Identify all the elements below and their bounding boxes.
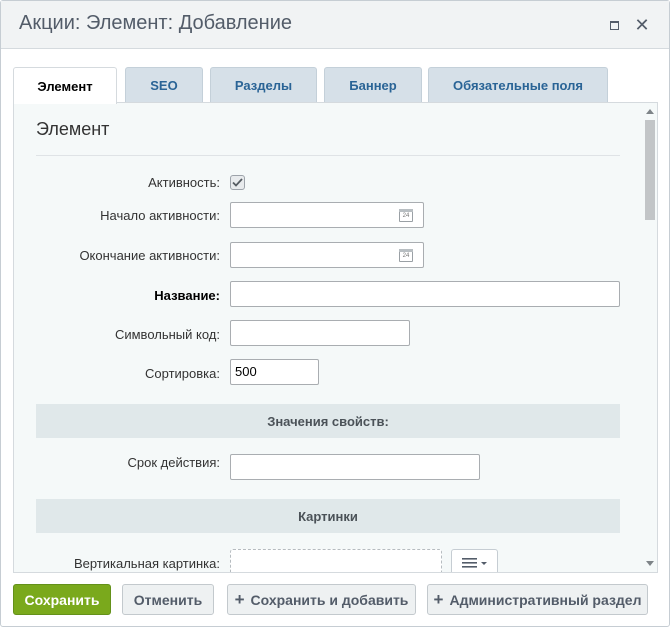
maximize-button[interactable]	[604, 15, 624, 35]
scroll-up-arrow-icon[interactable]	[646, 109, 654, 114]
tab-required-fields[interactable]: Обязательные поля	[428, 67, 608, 103]
active-from-input[interactable]	[230, 202, 424, 228]
active-to-label: Окончание активности:	[79, 248, 220, 263]
active-to-input[interactable]	[230, 242, 424, 268]
tab-sections[interactable]: Разделы	[210, 67, 317, 103]
code-input[interactable]	[230, 320, 410, 346]
pictures-header: Картинки	[36, 499, 620, 533]
plus-icon: +	[234, 589, 245, 609]
cancel-button[interactable]: Отменить	[122, 584, 214, 615]
active-label: Активность:	[148, 175, 220, 190]
plus-icon: +	[433, 589, 444, 609]
checkmark-icon	[232, 178, 243, 187]
scrollbar[interactable]	[642, 103, 657, 572]
close-button[interactable]: ✕	[632, 15, 652, 35]
close-icon: ✕	[634, 15, 650, 35]
maximize-icon	[609, 20, 619, 30]
menu-icon	[461, 558, 487, 568]
name-label: Название:	[154, 288, 220, 303]
divider	[36, 155, 620, 156]
tab-seo[interactable]: SEO	[125, 67, 203, 103]
vertical-picture-label: Вертикальная картинка:	[73, 556, 220, 571]
save-and-add-button[interactable]: + Сохранить и добавить	[227, 584, 416, 615]
calendar-icon[interactable]: 24	[399, 249, 413, 262]
admin-section-label: Административный раздел	[449, 591, 642, 608]
window-title: Акции: Элемент: Добавление	[19, 12, 293, 34]
name-input[interactable]	[230, 281, 620, 307]
active-checkbox[interactable]	[230, 175, 245, 190]
sort-input[interactable]: 500	[230, 359, 319, 385]
properties-header: Значения свойств:	[36, 404, 620, 438]
tab-element[interactable]: Элемент	[13, 67, 117, 104]
expiry-input[interactable]	[230, 454, 480, 480]
dialog-window: Акции: Элемент: Добавление ✕ Элемент SEO…	[0, 0, 670, 627]
section-title: Элемент	[36, 119, 110, 139]
scrollbar-thumb[interactable]	[645, 120, 655, 220]
scroll-down-arrow-icon[interactable]	[646, 561, 654, 566]
active-from-label: Начало активности:	[100, 208, 220, 223]
calendar-icon[interactable]: 24	[399, 209, 413, 222]
save-button[interactable]: Сохранить	[13, 584, 111, 615]
expiry-label: Срок действия:	[127, 455, 221, 470]
file-drop-zone[interactable]	[230, 549, 442, 572]
picture-menu-button[interactable]	[451, 549, 498, 572]
admin-section-button[interactable]: + Административный раздел	[427, 584, 648, 615]
form-panel: Элемент Активность: Начало активности: 2…	[13, 102, 658, 573]
title-bar[interactable]: Акции: Элемент: Добавление ✕	[1, 1, 669, 49]
save-and-add-label: Сохранить и добавить	[250, 591, 409, 608]
tab-banner[interactable]: Баннер	[324, 67, 422, 103]
sort-label: Сортировка:	[145, 366, 220, 381]
code-label: Символьный код:	[114, 327, 220, 342]
